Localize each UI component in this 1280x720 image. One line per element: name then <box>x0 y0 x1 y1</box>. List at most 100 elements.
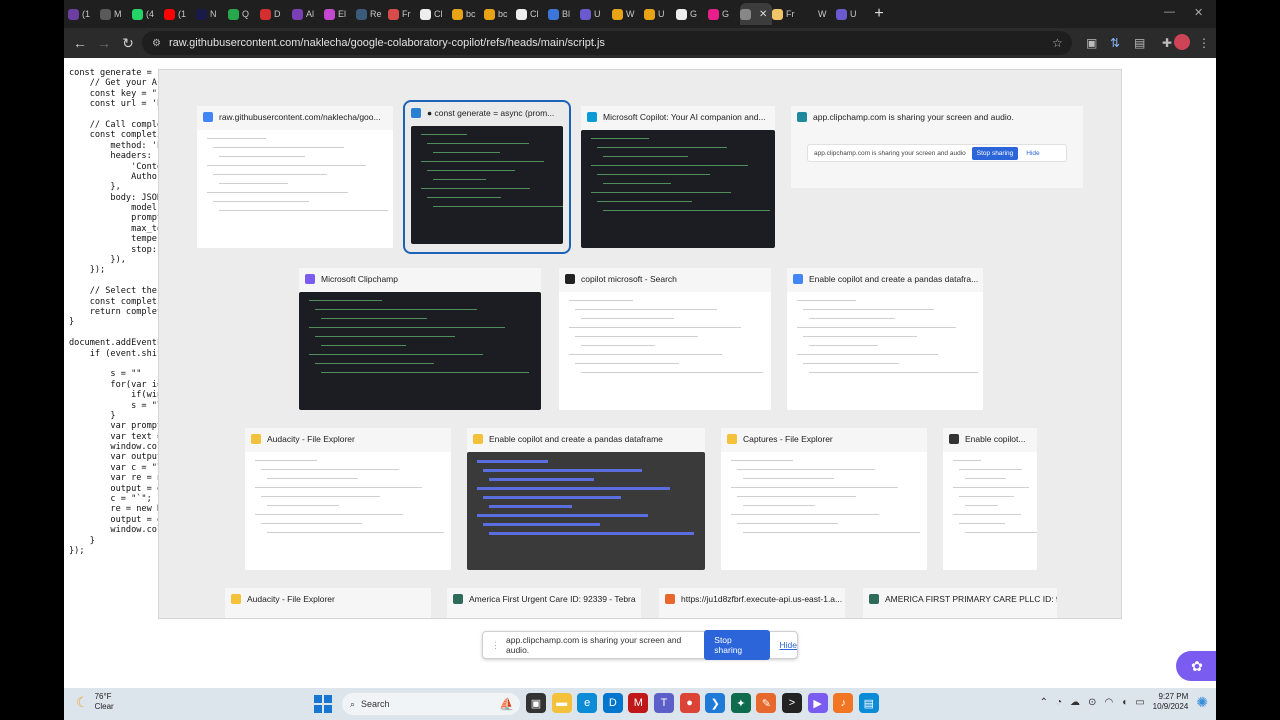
task-view-taskbar-icon[interactable]: ▣ <box>526 693 546 713</box>
address-bar[interactable]: ⚙ raw.githubusercontent.com/naklecha/goo… <box>142 31 1072 55</box>
screen-capture-taskbar-icon[interactable]: ▤ <box>858 693 879 713</box>
browser-tab-active[interactable]: ✕ <box>740 3 772 25</box>
dell-taskbar-icon[interactable]: D <box>602 693 623 713</box>
window-card[interactable]: raw.githubusercontent.com/naklecha/goo..… <box>197 106 393 248</box>
browser-tab[interactable]: Re <box>356 3 388 25</box>
thumbnail-line <box>321 345 406 346</box>
window-card[interactable]: America First Urgent Care ID: 92339 - Te… <box>447 588 641 618</box>
taskbar-search[interactable]: ⌕ Search ⛵ <box>342 693 520 715</box>
clock[interactable]: 9:27 PM 10/9/2024 <box>1153 692 1189 712</box>
extensions-icon[interactable]: ✚ <box>1162 36 1172 50</box>
teams-taskbar-icon[interactable]: T <box>654 693 674 713</box>
browser-tab[interactable]: Fr <box>772 3 804 25</box>
thumbnail-line <box>803 363 900 364</box>
chevron-up-icon[interactable]: ⌃ <box>1040 697 1048 708</box>
browser-tab[interactable]: G <box>708 3 740 25</box>
chatgpt-taskbar-icon[interactable]: ✦ <box>730 693 751 713</box>
browser-tab[interactable]: W <box>804 3 836 25</box>
thumbnail-line <box>597 147 727 148</box>
window-card[interactable]: Enable copilot and create a pandas dataf… <box>787 268 983 410</box>
network-icon[interactable]: ◔ <box>1056 697 1062 708</box>
code-line: document.addEventLi <box>69 338 168 349</box>
hide-button[interactable]: Hide <box>780 640 797 650</box>
tab-favicon-icon <box>228 8 239 20</box>
back-icon[interactable]: ← <box>68 35 92 51</box>
sync-icon[interactable]: ⇅ <box>1110 36 1120 50</box>
vscode-taskbar-icon[interactable]: ❯ <box>705 693 726 713</box>
onedrive-icon[interactable]: ☁ <box>1070 697 1080 708</box>
browser-tab[interactable]: Q <box>228 3 260 25</box>
sidebar-icon[interactable]: ▤ <box>1134 36 1145 50</box>
browser-tab[interactable]: Fr <box>388 3 420 25</box>
site-info-icon[interactable]: ⚙ <box>152 38 161 49</box>
window-card[interactable]: copilot microsoft - Search <box>559 268 771 410</box>
window-card[interactable]: Microsoft Copilot: Your AI companion and… <box>581 106 775 248</box>
clipchamp-brain-icon[interactable]: ✿ <box>1176 651 1216 681</box>
mcafee-taskbar-icon[interactable]: M <box>628 693 649 713</box>
tab-label: Re <box>370 9 382 19</box>
window-card[interactable]: https://ju1d8zfbrf.execute-api.us-east-1… <box>659 588 845 618</box>
tab-label: U <box>658 9 665 19</box>
window-card[interactable]: app.clipchamp.com is sharing your screen… <box>791 106 1083 188</box>
chrome-taskbar-icon[interactable]: ● <box>679 693 700 713</box>
browser-tab[interactable]: D <box>260 3 292 25</box>
window-card[interactable]: AMERICA FIRST PRIMARY CARE PLLC ID: 92..… <box>863 588 1057 618</box>
tab-label: M <box>114 9 122 19</box>
tab-close-icon[interactable]: ✕ <box>759 9 767 20</box>
minimize-icon[interactable]: — <box>1164 6 1175 18</box>
edit-app-taskbar-icon[interactable]: ✎ <box>756 693 777 713</box>
browser-tab[interactable]: M <box>100 3 132 25</box>
screenshot-icon[interactable]: ▣ <box>1086 36 1097 50</box>
drag-grip-icon[interactable]: ⋮ <box>491 640 500 651</box>
window-card[interactable]: Enable copilot and create a pandas dataf… <box>467 428 705 570</box>
browser-tab[interactable]: bc <box>484 3 516 25</box>
wifi-icon[interactable]: ◠ <box>1104 697 1113 708</box>
location-icon[interactable]: ⊙ <box>1088 697 1096 708</box>
forward-icon[interactable]: → <box>92 35 116 51</box>
browser-tab[interactable]: bc <box>452 3 484 25</box>
thumbnail-line <box>809 345 878 346</box>
clipchamp-taskbar-icon[interactable]: ▶ <box>807 693 828 713</box>
window-card[interactable]: Enable copilot... <box>943 428 1037 570</box>
reload-icon[interactable]: ↻ <box>116 35 140 52</box>
window-card[interactable]: Microsoft Clipchamp <box>299 268 541 410</box>
window-card[interactable]: Audacity - File Explorer <box>225 588 431 618</box>
battery-icon[interactable]: ▭ <box>1135 697 1144 708</box>
browser-tab[interactable]: (1 <box>68 3 100 25</box>
browser-tab[interactable]: (1 <box>164 3 196 25</box>
browser-tab[interactable]: G <box>676 3 708 25</box>
browser-tab[interactable]: (4 <box>132 3 164 25</box>
browser-tab[interactable]: Al <box>292 3 324 25</box>
window-card[interactable]: ● const generate = async (prom... <box>403 100 571 254</box>
window-card[interactable]: Captures - File Explorer <box>721 428 927 570</box>
weather-widget[interactable]: ☾ 76°F Clear <box>76 692 114 712</box>
browser-tab[interactable]: W <box>612 3 644 25</box>
thumbnail-line <box>309 354 484 355</box>
stop-sharing-button[interactable]: Stop sharing <box>704 630 770 660</box>
volume-icon[interactable]: ◖ <box>1121 697 1127 708</box>
browser-tab[interactable]: Cl <box>420 3 452 25</box>
browser-tab[interactable]: N <box>196 3 228 25</box>
new-tab-icon[interactable]: + <box>870 5 888 23</box>
browser-tab[interactable]: Bl <box>548 3 580 25</box>
browser-tab[interactable]: U <box>644 3 676 25</box>
start-button[interactable] <box>314 695 332 713</box>
thumbnail-line <box>315 309 478 310</box>
copilot-icon[interactable]: ✺ <box>1196 694 1208 711</box>
menu-kebab-icon[interactable]: ⋮ <box>1198 36 1210 50</box>
bookmark-star-icon[interactable]: ☆ <box>1052 36 1063 50</box>
file-explorer-taskbar-icon[interactable]: ▬ <box>551 693 572 713</box>
audacity-taskbar-icon[interactable]: ♪ <box>833 693 854 713</box>
browser-tab[interactable]: Cl <box>516 3 548 25</box>
edge-taskbar-icon[interactable]: e <box>577 693 598 713</box>
thumbnail-line <box>591 165 749 166</box>
browser-tab[interactable]: U <box>836 3 868 25</box>
browser-tab[interactable]: El <box>324 3 356 25</box>
window-thumbnail <box>581 130 775 248</box>
profile-avatar[interactable] <box>1174 34 1190 50</box>
terminal-taskbar-icon[interactable]: > <box>782 693 802 713</box>
browser-tab[interactable]: U <box>580 3 612 25</box>
thumbnail-line <box>737 523 838 524</box>
close-window-icon[interactable]: ✕ <box>1194 6 1203 19</box>
window-card[interactable]: Audacity - File Explorer <box>245 428 451 570</box>
